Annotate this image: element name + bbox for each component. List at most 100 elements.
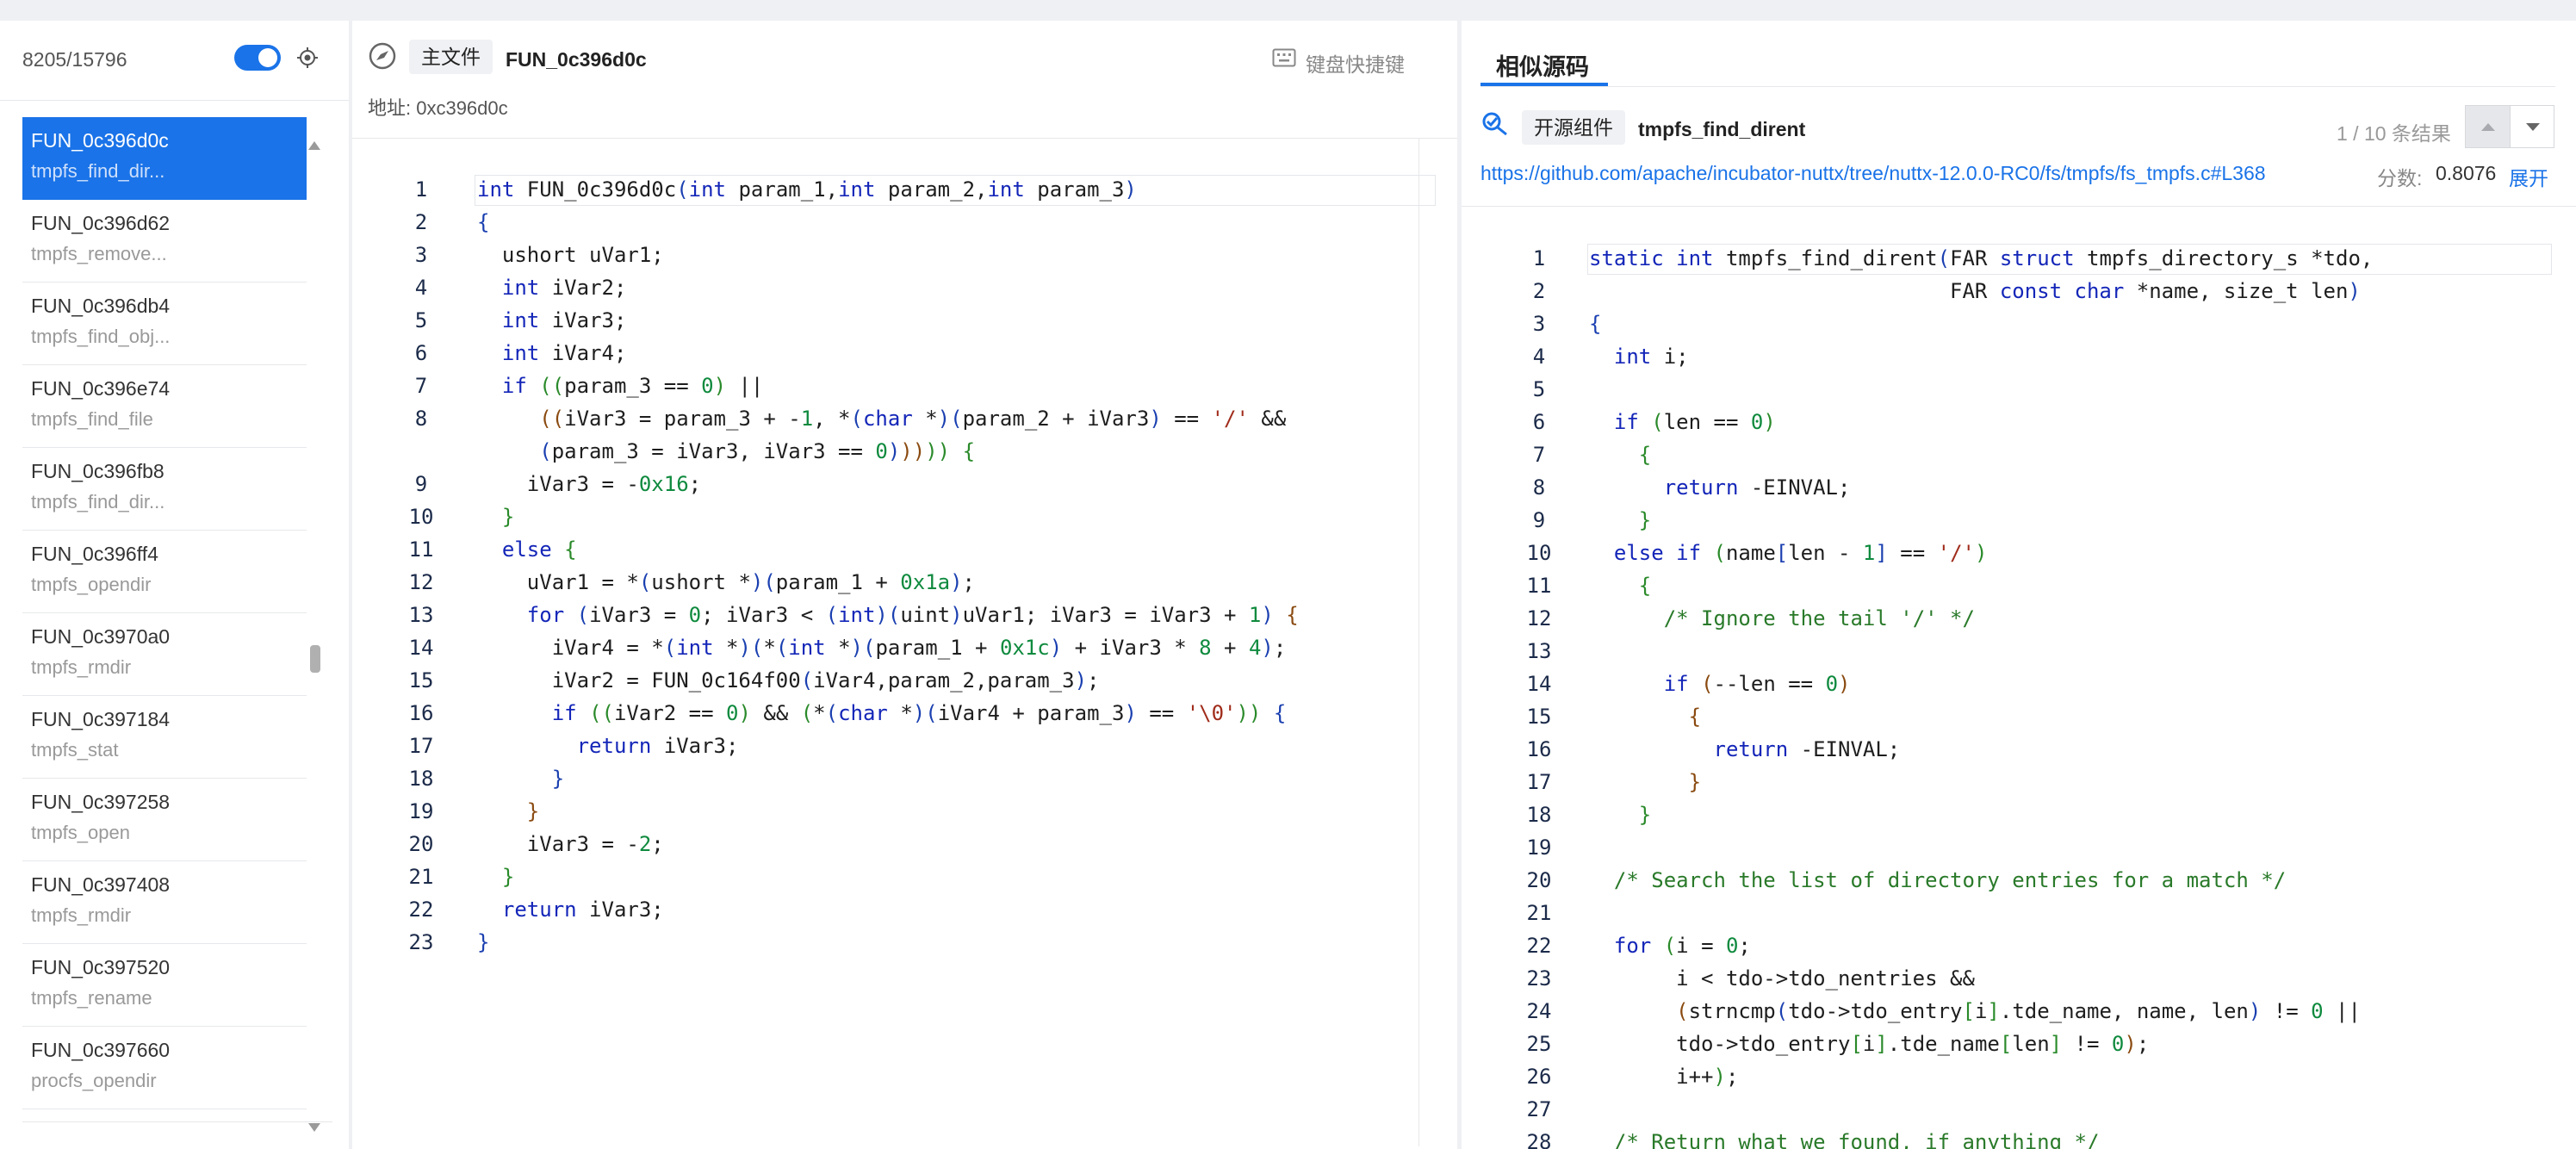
function-list-item[interactable]: FUN_0c396ff4 tmpfs_opendir: [22, 531, 307, 613]
function-list-item[interactable]: FUN_0c3970a0 tmpfs_rmdir: [22, 613, 307, 696]
line-number: 10: [408, 505, 434, 529]
code-line: 22 return iVar3;: [352, 893, 1412, 926]
function-list-item[interactable]: FUN_0c396d62 tmpfs_remove...: [22, 200, 307, 283]
function-item-match: tmpfs_find_dir...: [31, 491, 165, 512]
code-line: 25 tdo->tdo_entry[i].tde_name[len] != 0)…: [1462, 1028, 2576, 1060]
code-line: 8 ((iVar3 = param_3 + -1, *(char *)(para…: [352, 402, 1412, 435]
function-item-match: tmpfs_stat: [31, 739, 119, 761]
scroll-up-arrow-icon[interactable]: [308, 141, 320, 150]
sidebar-divider: [22, 1121, 332, 1122]
code-line: 11 {: [1462, 569, 2576, 602]
code-line: 21: [1462, 897, 2576, 929]
line-number: 13: [1526, 639, 1552, 663]
source-url-link[interactable]: https://github.com/apache/incubator-nutt…: [1480, 162, 2266, 185]
line-number: 14: [408, 636, 434, 660]
function-item-match: tmpfs_find_obj...: [31, 326, 171, 347]
code-line: 6 int iVar4;: [352, 337, 1412, 370]
source-code-editor[interactable]: 1 static int tmpfs_find_dirent(FAR struct…: [1462, 242, 2576, 1149]
function-item-name: FUN_0c396e74: [31, 377, 171, 400]
result-nav: [2465, 105, 2554, 148]
code-line: 7 if ((param_3 == 0) ||: [352, 370, 1412, 402]
match-scan-icon: [1482, 112, 1507, 136]
function-item-match: tmpfs_find_file: [31, 408, 153, 430]
line-number: 2: [1532, 279, 1546, 303]
code-line: 16 return -EINVAL;: [1462, 733, 2576, 766]
line-number: 4: [414, 276, 428, 300]
function-list-item[interactable]: FUN_0c396db4 tmpfs_find_obj...: [22, 283, 307, 365]
function-list-item[interactable]: FUN_0c397184 tmpfs_stat: [22, 696, 307, 779]
line-number: 1: [414, 177, 428, 202]
sidebar-header: 8205/15796: [0, 21, 349, 101]
line-number: 24: [1526, 999, 1552, 1023]
function-item-match: tmpfs_rmdir: [31, 656, 132, 678]
line-number: 16: [1526, 737, 1552, 761]
filter-toggle[interactable]: [234, 45, 281, 71]
line-number: 5: [414, 308, 428, 332]
decompiled-header: 主文件 FUN_0c396d0c 地址: 0xc396d0c 键盘快捷键: [352, 21, 1457, 139]
expand-button[interactable]: 展开: [2509, 162, 2548, 191]
code-line: 9 iVar3 = -0x16;: [352, 468, 1412, 500]
code-line: 6 if (len == 0): [1462, 406, 2576, 438]
function-list-item[interactable]: FUN_0c396fb8 tmpfs_find_dir...: [22, 448, 307, 531]
code-line: 3{: [1462, 307, 2576, 340]
line-number: 20: [408, 832, 434, 856]
function-list-item[interactable]: FUN_0c397408 tmpfs_rmdir: [22, 861, 307, 944]
scroll-thumb[interactable]: [310, 645, 320, 673]
line-number: 15: [1526, 705, 1552, 729]
tab-similar-source[interactable]: 相似源码: [1496, 48, 1589, 82]
code-line: 11 else {: [352, 533, 1412, 566]
result-counter: 1 / 10 条结果: [2337, 122, 2451, 145]
function-item-match: tmpfs_rename: [31, 987, 152, 1009]
score-label: 分数:: [2377, 167, 2423, 189]
code-line: 5: [1462, 373, 2576, 406]
line-number: 13: [408, 603, 434, 627]
code-line: 16 if ((iVar2 == 0) && (*(char *)(iVar4 …: [352, 697, 1412, 730]
line-number: 21: [408, 865, 434, 889]
function-item-match: tmpfs_remove...: [31, 243, 167, 264]
function-list-item[interactable]: FUN_0c397520 tmpfs_rename: [22, 944, 307, 1027]
decompiled-function-name: FUN_0c396d0c: [506, 48, 647, 71]
prev-result-button[interactable]: [2466, 106, 2511, 147]
chevron-down-icon: [2526, 123, 2540, 131]
line-number: 20: [1526, 868, 1552, 892]
line-number: 2: [414, 210, 428, 234]
scroll-down-arrow-icon[interactable]: [308, 1123, 320, 1132]
line-number: 3: [1532, 312, 1546, 336]
function-item-match: tmpfs_opendir: [31, 574, 152, 595]
line-number: 19: [408, 799, 434, 823]
line-number: 9: [414, 472, 428, 496]
code-line: 3 ushort uVar1;: [352, 239, 1412, 271]
keyboard-icon[interactable]: [1272, 48, 1296, 67]
locate-icon[interactable]: [296, 47, 319, 69]
code-line: 13 for (iVar3 = 0; iVar3 < (int)(uint)uV…: [352, 599, 1412, 631]
list-scrollbar[interactable]: [308, 141, 322, 1132]
function-list-item[interactable]: FUN_0c397258 tmpfs_open: [22, 779, 307, 861]
line-number: 7: [1532, 443, 1546, 467]
line-number: 21: [1526, 901, 1552, 925]
function-item-name: FUN_0c397520: [31, 956, 171, 978]
code-line: 19 }: [352, 795, 1412, 828]
function-list-item[interactable]: FUN_0c396d0c tmpfs_find_dir...: [22, 117, 307, 200]
code-line: (param_3 = iVar3, iVar3 == 0))))) {: [539, 439, 976, 463]
keyboard-shortcuts-link[interactable]: 键盘快捷键: [1306, 48, 1405, 78]
function-item-name: FUN_0c396fb8: [31, 460, 164, 482]
function-item-match: tmpfs_find_dir...: [31, 160, 165, 182]
function-list-item[interactable]: FUN_0c396e74 tmpfs_find_file: [22, 365, 307, 448]
function-item-name: FUN_0c397660: [31, 1039, 171, 1061]
function-list-item[interactable]: FUN_0c397660 procfs_opendir: [22, 1027, 307, 1109]
code-line: 17 return iVar3;: [352, 730, 1412, 762]
code-line: 24 (strncmp(tdo->tdo_entry[i].tde_name, …: [1462, 995, 2576, 1028]
code-line: 28 /* Return what we found, if anything …: [1462, 1126, 2576, 1149]
code-line: 23 i < tdo->tdo_nentries &&: [1462, 962, 2576, 995]
decompiled-code-editor[interactable]: 1 int FUN_0c396d0c(int param_1,int param_…: [352, 173, 1436, 959]
chevron-up-icon: [2481, 123, 2495, 131]
code-line: 12 uVar1 = *(ushort *)(param_1 + 0x1a);: [352, 566, 1412, 599]
line-number: 5: [1532, 377, 1546, 401]
function-count: 8205/15796: [22, 48, 127, 71]
code-line: 21 }: [352, 860, 1412, 893]
line-number: 7: [414, 374, 428, 398]
header-divider: [1462, 206, 2576, 207]
line-number: 11: [408, 537, 434, 562]
line-number: 6: [1532, 410, 1546, 434]
line-number: 25: [1526, 1032, 1552, 1056]
